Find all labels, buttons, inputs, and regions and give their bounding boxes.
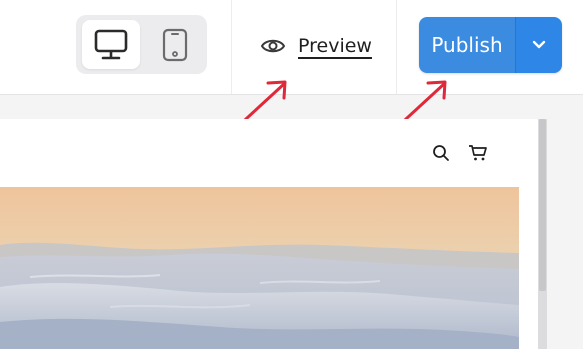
chevron-down-icon [532, 40, 546, 49]
scrollbar-thumb[interactable] [539, 119, 546, 291]
eye-icon [260, 39, 286, 53]
mobile-view-button[interactable] [146, 20, 204, 69]
cart-icon [469, 145, 487, 161]
publish-button[interactable]: Publish [419, 17, 515, 73]
desktop-view-button[interactable] [82, 20, 140, 69]
site-preview-canvas [0, 119, 538, 349]
search-button[interactable] [430, 142, 452, 164]
cart-button[interactable] [467, 142, 489, 164]
smartphone-icon [162, 28, 188, 61]
device-toggle [76, 15, 207, 74]
publish-button-group: Publish [419, 17, 562, 73]
search-icon [433, 145, 449, 161]
hero-image [0, 187, 519, 349]
canvas-scrollbar[interactable] [538, 119, 547, 349]
preview-button[interactable]: Preview [260, 30, 372, 62]
monitor-icon [94, 29, 128, 59]
preview-label: Preview [298, 35, 372, 57]
publish-dropdown-button[interactable] [516, 17, 562, 73]
